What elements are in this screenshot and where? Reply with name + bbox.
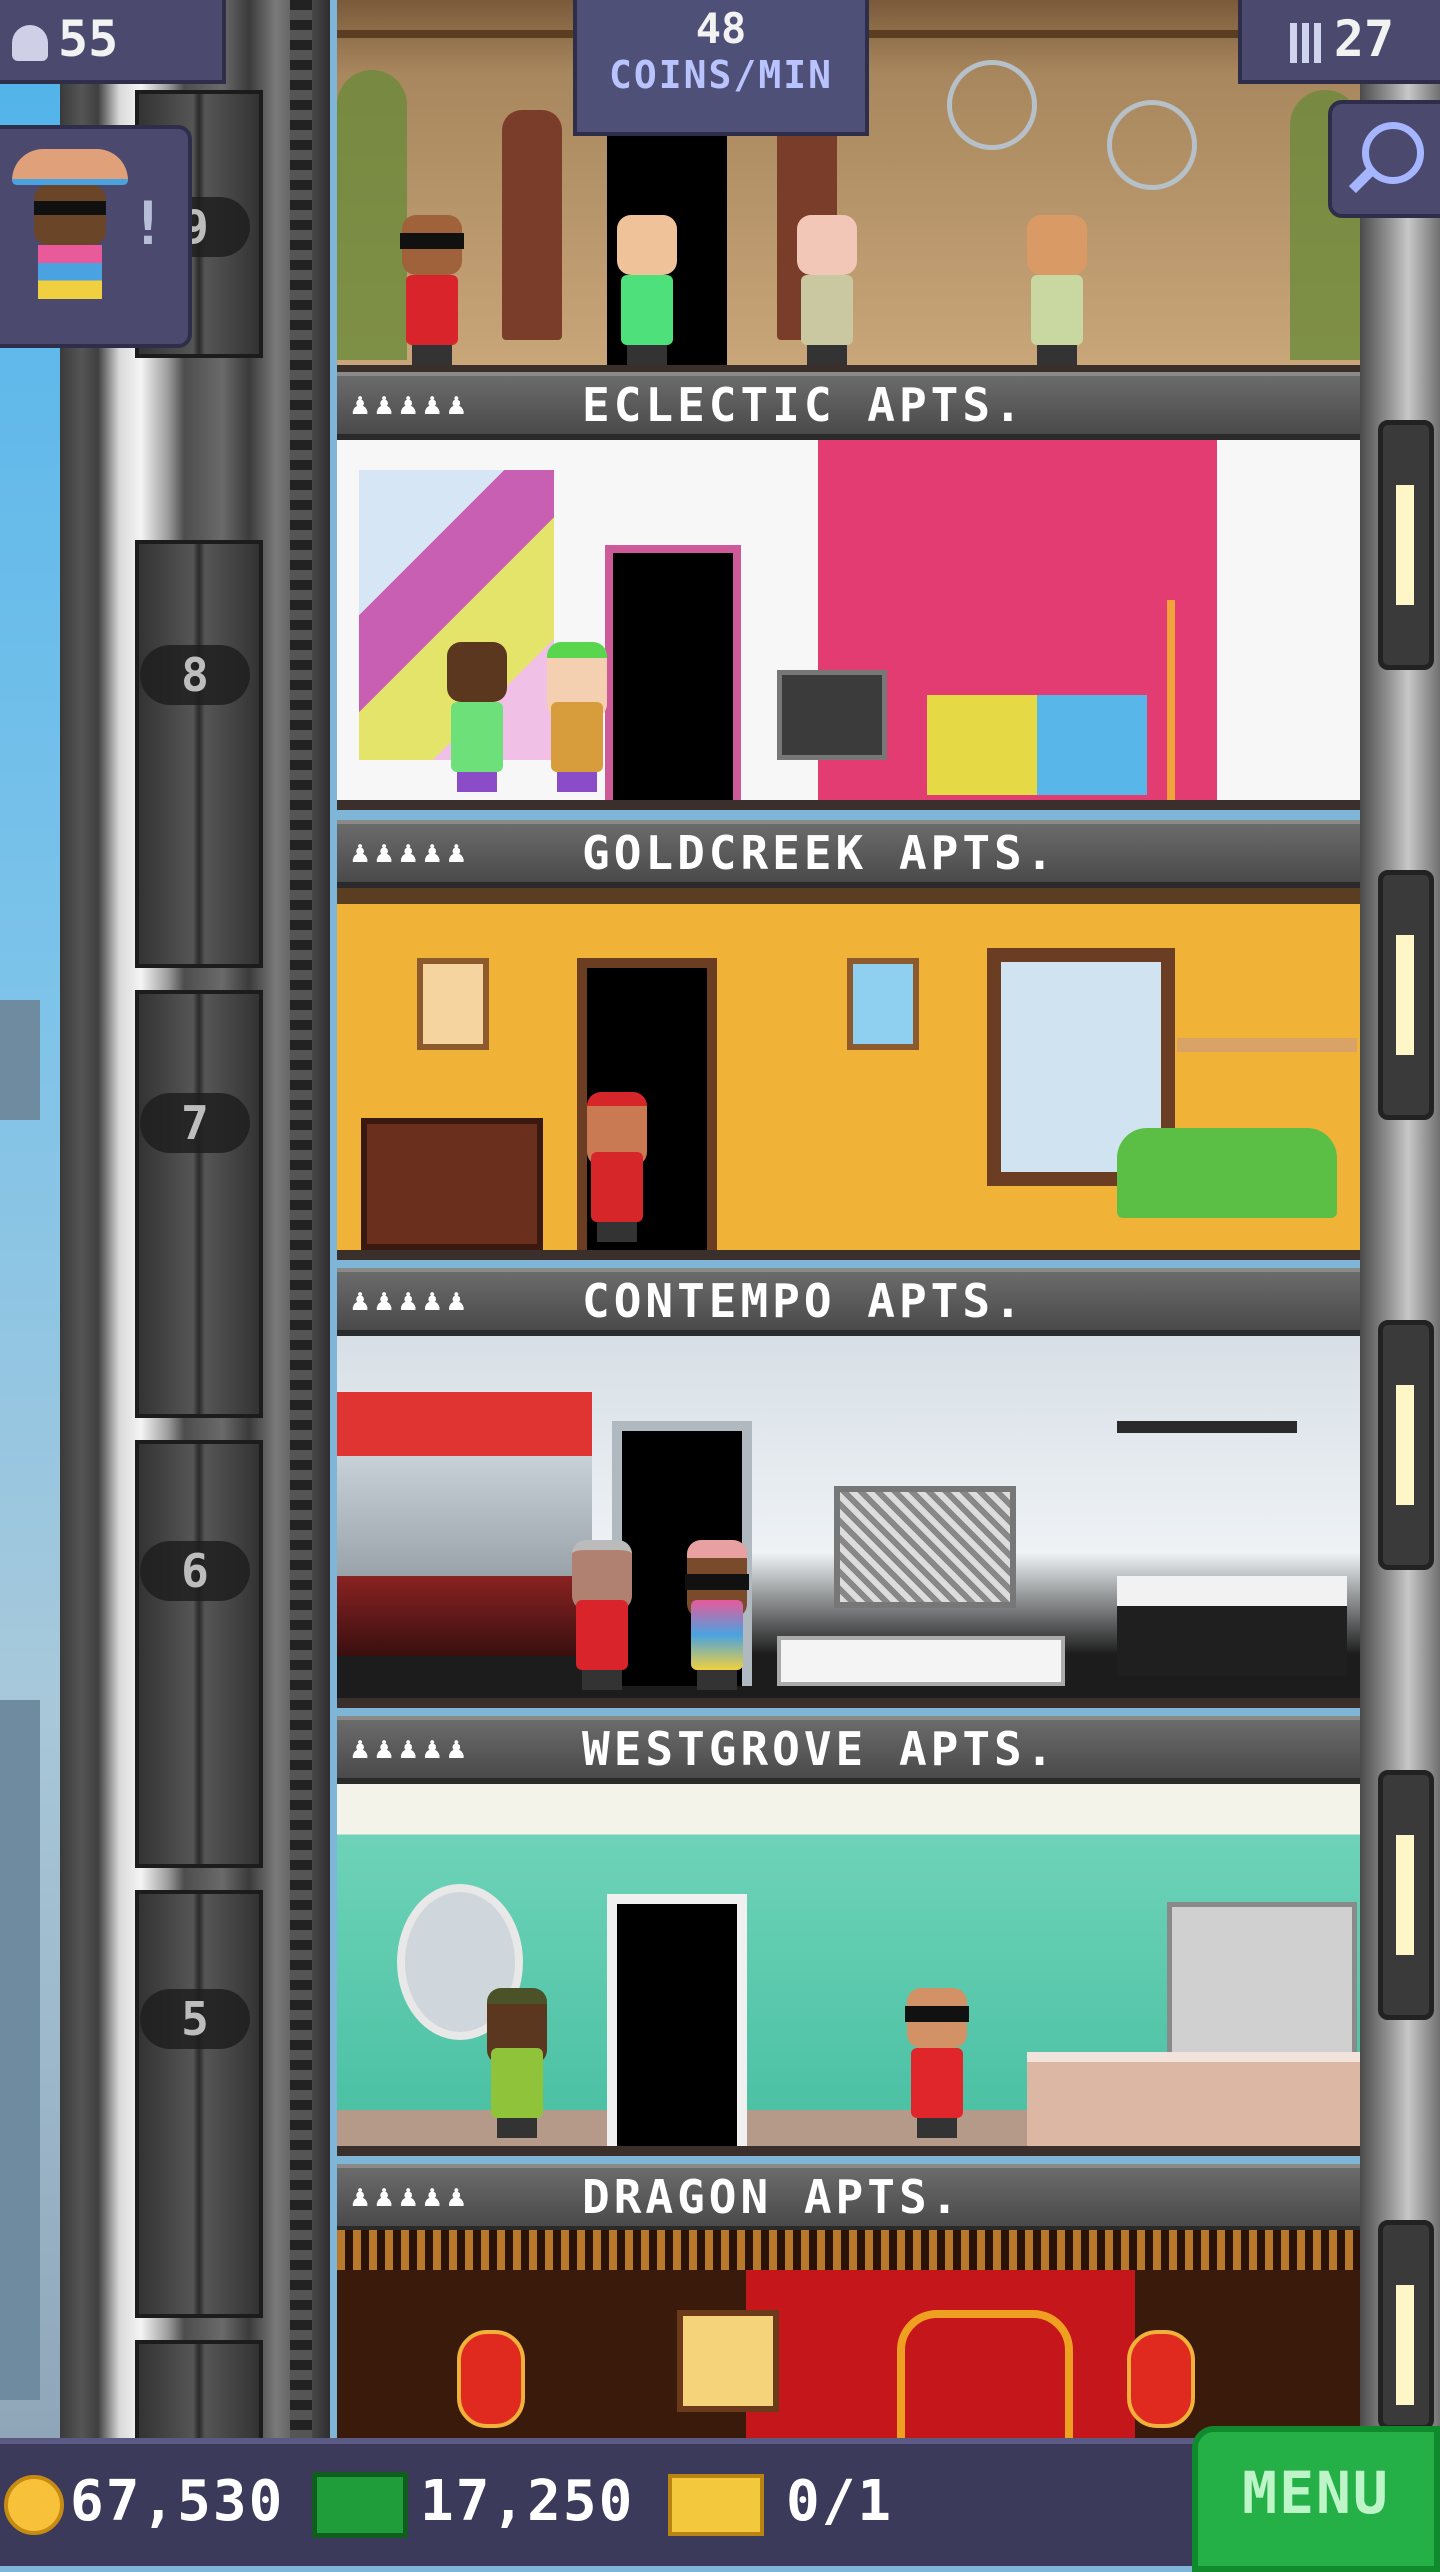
bookshelf [1177, 1038, 1357, 1052]
visitor-avatar [12, 149, 128, 299]
green-sofa [1117, 1128, 1337, 1218]
floor-label-contempo: ♟♟♟♟♟ CONTEMPO APTS. [337, 1268, 1360, 1336]
floor-name: WESTGROVE APTS. [582, 1722, 1058, 1776]
resident[interactable] [607, 215, 687, 365]
floor-goldcreek[interactable] [337, 440, 1360, 810]
alert-icon: ! [129, 189, 166, 259]
elevator-cable [290, 0, 312, 2440]
resident[interactable] [562, 1540, 642, 1690]
floor-name: CONTEMPO APTS. [582, 1274, 1026, 1328]
floor-label-dragon: ♟♟♟♟♟ DRAGON APTS. [337, 2164, 1360, 2232]
sky-background [0, 0, 60, 2440]
resident[interactable] [787, 215, 867, 365]
elevator-car-6[interactable] [135, 1440, 263, 1868]
search-button[interactable] [1328, 100, 1440, 218]
resident[interactable] [897, 1988, 977, 2138]
tv-stand [777, 670, 887, 760]
coin-icon [4, 2474, 64, 2535]
resident[interactable] [577, 1092, 657, 1242]
floor-label-westgrove: ♟♟♟♟♟ WESTGROVE APTS. [337, 1716, 1360, 1784]
picture-frame [417, 958, 489, 1050]
bird-cage [947, 60, 1037, 150]
coins-value: 67,530 [70, 2469, 285, 2534]
tiki-statue [502, 110, 562, 340]
resident[interactable] [537, 642, 617, 792]
elevator-car-4[interactable] [135, 2340, 263, 2448]
residents-indicator: ♟♟♟♟♟ [351, 835, 472, 870]
dragon-door [607, 1894, 747, 2146]
floor-contempo[interactable] [337, 888, 1360, 1260]
wall-art [834, 1486, 1016, 1608]
residents-indicator: ♟♟♟♟♟ [351, 1283, 472, 1318]
floor-dragon-interior[interactable] [337, 2230, 1360, 2440]
floor-count-icon [1289, 22, 1324, 63]
ticket-icon [668, 2473, 764, 2536]
bux-value: 17,250 [420, 2469, 635, 2534]
floor-name: GOLDCREEK APTS. [582, 826, 1058, 880]
floor-westgrove[interactable] [337, 1336, 1360, 1708]
residents-indicator: ♟♟♟♟♟ [351, 2179, 472, 2214]
floor-number-6: 6 [140, 1541, 250, 1601]
sofa [927, 695, 1147, 795]
shelf [1117, 1421, 1297, 1433]
floor-number-8: 8 [140, 645, 250, 705]
tower-right-frame [1360, 0, 1440, 2440]
goldcreek-door [605, 545, 741, 800]
bird-cage [1107, 100, 1197, 190]
resident[interactable] [477, 1988, 557, 2138]
floor-dragon[interactable] [337, 1784, 1360, 2156]
paper-lamp [677, 2310, 779, 2412]
resident[interactable] [437, 642, 517, 792]
floor-name: ECLECTIC APTS. [582, 378, 1026, 432]
red-lantern [457, 2330, 525, 2428]
coins-per-minute-value: 48 [695, 4, 747, 53]
resident[interactable] [1017, 215, 1097, 365]
floor-number-7: 7 [140, 1093, 250, 1153]
menu-button[interactable]: MENU [1192, 2426, 1440, 2572]
elevator-car-5[interactable] [135, 1890, 263, 2318]
tickets-display[interactable]: 0/1 [668, 2444, 893, 2566]
elevator-car-7[interactable] [135, 990, 263, 1418]
residents-indicator: ♟♟♟♟♟ [351, 1731, 472, 1766]
visitor-notification[interactable]: ! [0, 125, 192, 348]
floor-label-goldcreek: ♟♟♟♟♟ GOLDCREEK APTS. [337, 820, 1360, 888]
residents-indicator: ♟♟♟♟♟ [351, 387, 472, 422]
coins-per-minute-panel: 48 COINS/MIN [573, 0, 869, 136]
search-icon-handle [1348, 164, 1378, 194]
floor-name: DRAGON APTS. [582, 2170, 963, 2224]
elevator-car-8[interactable] [135, 540, 263, 968]
picture-frame [847, 958, 919, 1050]
bux-display[interactable]: 17,250 [312, 2444, 634, 2566]
coffee-table [777, 1636, 1065, 1686]
population-value: 55 [58, 10, 119, 68]
red-wall-panel [337, 1392, 592, 1456]
coins-display[interactable]: 67,530 [4, 2444, 284, 2566]
floor-number-5: 5 [140, 1989, 250, 2049]
bed [1117, 1576, 1347, 1676]
floor-label-eclectic: ♟♟♟♟♟ ECLECTIC APTS. [337, 372, 1360, 440]
bux-icon [312, 2471, 408, 2538]
floor-counter[interactable]: 27 [1238, 0, 1440, 84]
retro-tv [361, 1118, 543, 1250]
floor-lamp [1167, 600, 1235, 800]
resident[interactable] [392, 215, 472, 365]
dragon-emblem [897, 2310, 1073, 2440]
lattice-trim [337, 2230, 1360, 2270]
tickets-value: 0/1 [786, 2469, 894, 2534]
red-lantern [1127, 2330, 1195, 2428]
population-icon [12, 24, 48, 61]
coins-per-minute-label: COINS/MIN [609, 53, 833, 97]
floor-count-value: 27 [1333, 10, 1395, 68]
red-sofa [337, 1456, 592, 1656]
population-counter[interactable]: 55 [0, 0, 226, 84]
kitchen-counter [1027, 2052, 1360, 2146]
resident[interactable] [677, 1540, 757, 1690]
